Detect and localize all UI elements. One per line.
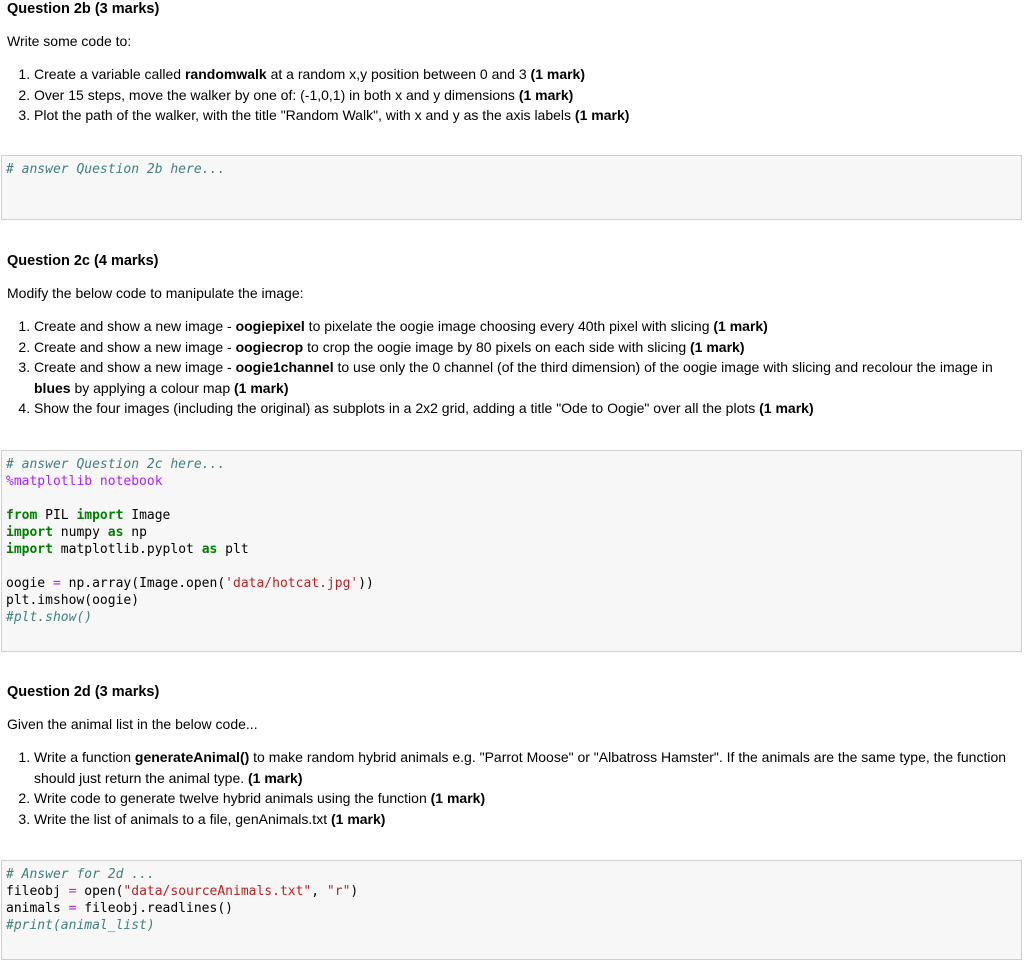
list-item: Plot the path of the walker, with the ti…	[34, 105, 1017, 126]
list-item: Write code to generate twelve hybrid ani…	[34, 788, 1017, 809]
code-line-4: #print(animal_list)	[6, 918, 155, 933]
code-line-3: animals = fileobj.readlines()	[6, 901, 233, 916]
list-item: Over 15 steps, move the walker by one of…	[34, 85, 1017, 106]
code-line-3: from PIL import Image	[6, 508, 171, 523]
code-line-5: import matplotlib.pyplot as plt	[6, 542, 249, 557]
list-item: Write the list of animals to a file, gen…	[34, 809, 1017, 830]
list-item: Create a variable called randomwalk at a…	[34, 64, 1017, 85]
list-item: Create and show a new image - oogiepixel…	[34, 316, 1017, 337]
code-line-7: plt.imshow(oogie)	[6, 593, 140, 608]
code-line-2: fileobj = open("data/sourceAnimals.txt",…	[6, 884, 359, 899]
code-cell-2d[interactable]: # Answer for 2d ... fileobj = open("data…	[1, 860, 1022, 960]
list-item: Create and show a new image - oogiecrop …	[34, 337, 1017, 358]
code-comment: # answer Question 2b here...	[6, 162, 226, 177]
code-line-1: # Answer for 2d ...	[6, 867, 155, 882]
question-2b-section: Question 2b (3 marks) Write some code to…	[7, 0, 1017, 126]
question-2b-intro: Write some code to:	[7, 33, 132, 49]
question-2c-section: Question 2c (4 marks) Modify the below c…	[7, 252, 1017, 419]
list-item: Write a function generateAnimal() to mak…	[34, 747, 1017, 788]
question-2d-section: Question 2d (3 marks) Given the animal l…	[7, 683, 1017, 829]
code-line-8: #plt.show()	[6, 610, 93, 625]
list-item: Show the four images (including the orig…	[34, 398, 1017, 419]
question-2b-list: Create a variable called randomwalk at a…	[7, 64, 1017, 126]
question-2d-intro: Given the animal list in the below code.…	[7, 716, 258, 732]
code-line-2: %matplotlib notebook	[6, 474, 163, 489]
code-cell-2b[interactable]: # answer Question 2b here...	[1, 155, 1022, 220]
code-line-6: oogie = np.array(Image.open('data/hotcat…	[6, 576, 374, 591]
code-cell-2c[interactable]: # answer Question 2c here... %matplotlib…	[1, 450, 1022, 652]
question-2d-title: Question 2d (3 marks)	[7, 684, 160, 700]
code-line-1: # answer Question 2c here...	[6, 457, 226, 472]
code-line-4: import numpy as np	[6, 525, 147, 540]
list-item: Create and show a new image - oogie1chan…	[34, 357, 1017, 398]
question-2b-title: Question 2b (3 marks)	[7, 1, 160, 17]
question-2c-intro: Modify the below code to manipulate the …	[7, 285, 304, 301]
question-2c-list: Create and show a new image - oogiepixel…	[7, 316, 1017, 419]
question-2d-list: Write a function generateAnimal() to mak…	[7, 747, 1017, 829]
question-2c-title: Question 2c (4 marks)	[7, 253, 159, 269]
